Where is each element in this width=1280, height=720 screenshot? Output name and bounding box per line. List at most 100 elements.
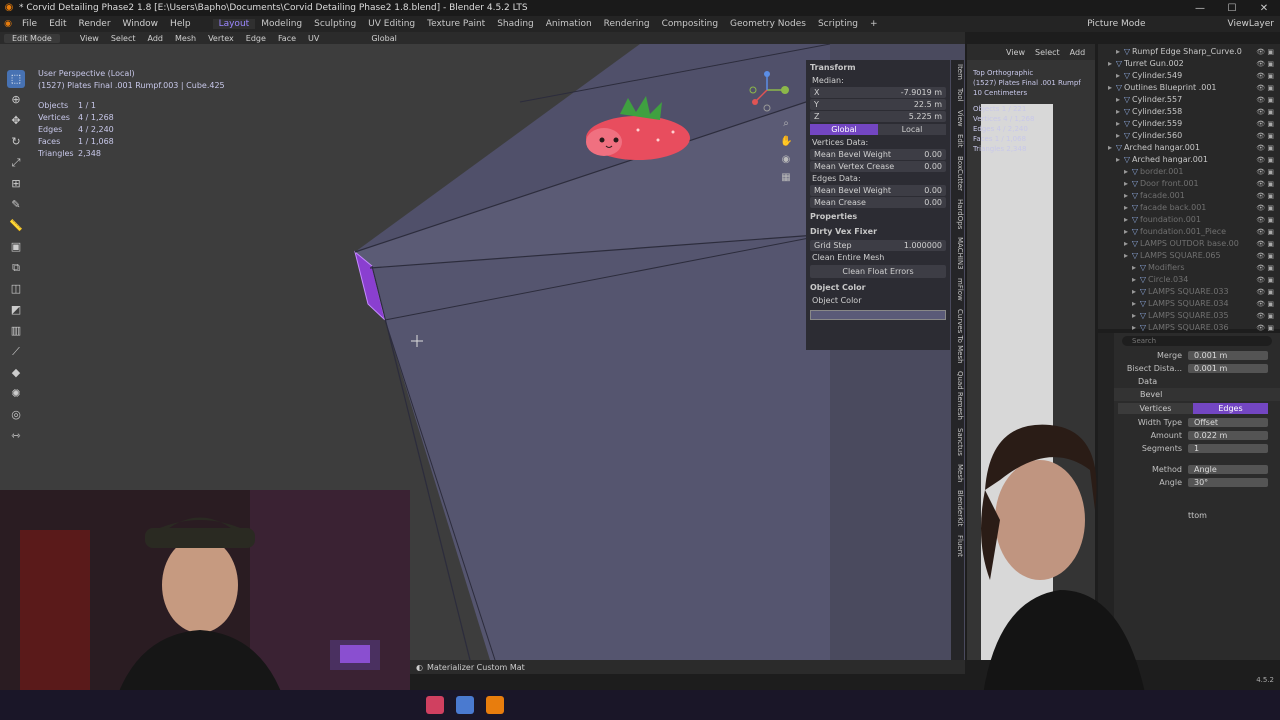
outliner-row[interactable]: ▸ ▽ LAMPS SQUARE.035 👁 ▣ [1098, 310, 1280, 322]
expand-arrow-icon[interactable]: ▸ [1114, 46, 1122, 58]
expand-arrow-icon[interactable]: ▸ [1130, 262, 1138, 274]
menu-add[interactable]: Add [142, 34, 170, 43]
expand-arrow-icon[interactable]: ▸ [1114, 106, 1122, 118]
close-button[interactable]: ✕ [1248, 3, 1280, 14]
bevel-tool-icon[interactable]: ◩ [7, 301, 25, 319]
measure-tool-icon[interactable]: 📏 [7, 217, 25, 235]
outliner-row[interactable]: ▸ ▽ Arched hangar.001 👁 ▣ [1098, 154, 1280, 166]
menu-file[interactable]: File [16, 19, 43, 29]
tab-machin3[interactable]: MACHIN3 [951, 233, 964, 274]
grid-step-field[interactable]: Grid Step 1.000000 [810, 240, 946, 251]
menu-select[interactable]: Select [105, 34, 142, 43]
outliner-row[interactable]: ▸ ▽ facade back.001 👁 ▣ [1098, 202, 1280, 214]
visibility-eye-icon[interactable]: 👁 ▣ [1256, 214, 1280, 226]
menu-edit[interactable]: Edit [43, 19, 72, 29]
expand-arrow-icon[interactable]: ▸ [1122, 250, 1130, 262]
knife-tool-icon[interactable]: ⟋ [7, 343, 25, 361]
object-color-header[interactable]: Object Color [806, 280, 950, 295]
visibility-eye-icon[interactable]: 👁 ▣ [1256, 250, 1280, 262]
transform-tool-icon[interactable]: ⊞ [7, 175, 25, 193]
tab-layout[interactable]: Layout [212, 19, 256, 29]
expand-arrow-icon[interactable]: ▸ [1114, 94, 1122, 106]
tab-boxcutter[interactable]: BoxCutter [951, 152, 964, 195]
menu-render[interactable]: Render [73, 19, 117, 29]
expand-arrow-icon[interactable]: ▸ [1106, 142, 1114, 154]
outliner-row[interactable]: ▸ ▽ Rumpf Edge Sharp_Curve.0 👁 ▣ [1098, 46, 1280, 58]
tab-animation[interactable]: Animation [540, 19, 598, 29]
extrude-tool-icon[interactable]: ⧉ [7, 259, 25, 277]
tab-item[interactable]: Item [951, 60, 964, 84]
median-y-field[interactable]: Y 22.5 m [810, 99, 946, 110]
outliner-row[interactable]: ▸ ▽ facade.001 👁 ▣ [1098, 190, 1280, 202]
expand-arrow-icon[interactable]: ▸ [1114, 130, 1122, 142]
smooth-tool-icon[interactable]: ◎ [7, 406, 25, 424]
menu-view[interactable]: View [74, 34, 105, 43]
select-box-tool-icon[interactable]: ⬚ [7, 70, 25, 88]
grid-icon[interactable]: ▦ [780, 172, 792, 184]
clean-float-errors-button[interactable]: Clean Float Errors [810, 265, 946, 278]
outliner-row[interactable]: ▸ ▽ LAMPS OUTDOR base.00 👁 ▣ [1098, 238, 1280, 250]
visibility-eye-icon[interactable]: 👁 ▣ [1256, 262, 1280, 274]
visibility-eye-icon[interactable]: 👁 ▣ [1256, 82, 1280, 94]
tab-tool[interactable]: Tool [951, 84, 964, 106]
move-tool-icon[interactable]: ✥ [7, 112, 25, 130]
spin-tool-icon[interactable]: ✺ [7, 385, 25, 403]
tab-hardops[interactable]: HardOps [951, 195, 964, 233]
outliner-row[interactable]: ▸ ▽ LAMPS SQUARE.033 👁 ▣ [1098, 286, 1280, 298]
menu-face[interactable]: Face [272, 34, 302, 43]
dirty-vex-header[interactable]: Dirty Vex Fixer [806, 224, 950, 239]
outliner-row[interactable]: ▸ ▽ Arched hangar.001 👁 ▣ [1098, 142, 1280, 154]
cursor-tool-icon[interactable]: ⊕ [7, 91, 25, 109]
tab-curves-to-mesh[interactable]: Curves To Mesh [951, 305, 964, 368]
visibility-eye-icon[interactable]: 👁 ▣ [1256, 238, 1280, 250]
menu-help[interactable]: Help [164, 19, 197, 29]
rotate-tool-icon[interactable]: ↻ [7, 133, 25, 151]
median-z-field[interactable]: Z 5.225 m [810, 111, 946, 122]
visibility-eye-icon[interactable]: 👁 ▣ [1256, 178, 1280, 190]
expand-arrow-icon[interactable]: ▸ [1114, 70, 1122, 82]
expand-arrow-icon[interactable]: ▸ [1130, 310, 1138, 322]
taskbar-blender-icon[interactable] [486, 696, 504, 714]
outliner-row[interactable]: ▸ ▽ foundation.001_Piece 👁 ▣ [1098, 226, 1280, 238]
maximize-button[interactable]: ☐ [1216, 3, 1248, 14]
outliner-row[interactable]: ▸ ▽ Door front.001 👁 ▣ [1098, 178, 1280, 190]
picture-mode-selector[interactable]: Picture Mode [1081, 19, 1151, 29]
minimize-button[interactable]: — [1184, 3, 1216, 14]
expand-arrow-icon[interactable]: ▸ [1106, 82, 1114, 94]
visibility-eye-icon[interactable]: 👁 ▣ [1256, 166, 1280, 178]
clean-entire-mesh-checkbox[interactable]: Clean Entire Mesh [806, 252, 950, 263]
expand-arrow-icon[interactable]: ▸ [1122, 190, 1130, 202]
expand-arrow-icon[interactable]: ▸ [1130, 286, 1138, 298]
tab-scripting[interactable]: Scripting [812, 19, 864, 29]
tab-modeling[interactable]: Modeling [255, 19, 308, 29]
tab-texture-paint[interactable]: Texture Paint [421, 19, 491, 29]
visibility-eye-icon[interactable]: 👁 ▣ [1256, 298, 1280, 310]
outliner-row[interactable]: ▸ ▽ Cylinder.558 👁 ▣ [1098, 106, 1280, 118]
tab-geometry-nodes[interactable]: Geometry Nodes [724, 19, 812, 29]
visibility-eye-icon[interactable]: 👁 ▣ [1256, 310, 1280, 322]
visibility-eye-icon[interactable]: 👁 ▣ [1256, 106, 1280, 118]
visibility-eye-icon[interactable]: 👁 ▣ [1256, 118, 1280, 130]
pan-hand-icon[interactable]: ✋ [780, 136, 792, 148]
navigation-gizmo-icon[interactable] [745, 68, 795, 118]
menu-mesh[interactable]: Mesh [169, 34, 202, 43]
visibility-eye-icon[interactable]: 👁 ▣ [1256, 70, 1280, 82]
menu-vertex[interactable]: Vertex [202, 34, 240, 43]
tab-compositing[interactable]: Compositing [656, 19, 724, 29]
poly-build-tool-icon[interactable]: ◆ [7, 364, 25, 382]
edge-slide-tool-icon[interactable]: ⇿ [7, 427, 25, 445]
properties-header[interactable]: Properties [806, 209, 950, 224]
mini-menu-view[interactable]: View [1001, 48, 1030, 57]
material-name[interactable]: Materializer Custom Mat [427, 663, 525, 672]
visibility-eye-icon[interactable]: 👁 ▣ [1256, 130, 1280, 142]
orientation-selector[interactable]: Global [365, 34, 403, 43]
outliner-row[interactable]: ▸ ▽ LAMPS SQUARE.065 👁 ▣ [1098, 250, 1280, 262]
outliner-row[interactable]: ▸ ▽ Turret Gun.002 👁 ▣ [1098, 58, 1280, 70]
visibility-eye-icon[interactable]: 👁 ▣ [1256, 226, 1280, 238]
visibility-eye-icon[interactable]: 👁 ▣ [1256, 46, 1280, 58]
mean-vertex-crease-field[interactable]: Mean Vertex Crease 0.00 [810, 161, 946, 172]
object-color-swatch[interactable] [810, 310, 946, 320]
mini-menu-select[interactable]: Select [1030, 48, 1065, 57]
expand-arrow-icon[interactable]: ▸ [1130, 274, 1138, 286]
mini-menu-add[interactable]: Add [1065, 48, 1091, 57]
